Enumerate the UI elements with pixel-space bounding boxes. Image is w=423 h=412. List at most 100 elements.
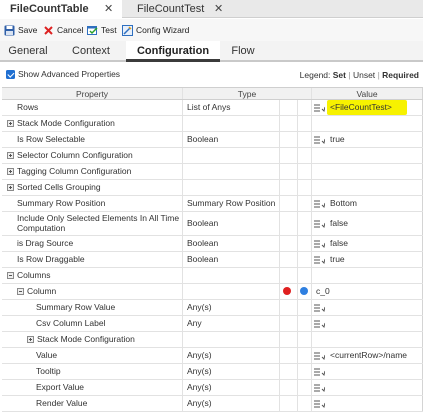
- grid-row-is-row-selectable[interactable]: Is Row Selectable Boolean true: [2, 132, 423, 148]
- property-label: Sorted Cells Grouping: [17, 182, 101, 192]
- grid-row-value[interactable]: Value Any(s) <currentRow>/name: [2, 348, 423, 364]
- property-value[interactable]: <FileCountTest>: [330, 102, 392, 112]
- property-type: Any(s): [187, 350, 212, 360]
- grid-row-selector-column[interactable]: Selector Column Configuration: [2, 148, 423, 164]
- property-label: Stack Mode Configuration: [17, 118, 115, 128]
- grid-row-tagging-column[interactable]: Tagging Column Configuration: [2, 164, 423, 180]
- expand-icon[interactable]: [7, 120, 14, 127]
- property-type: Summary Row Position: [187, 198, 276, 208]
- legend-set: Set: [332, 70, 346, 80]
- header-property[interactable]: Property: [2, 88, 183, 99]
- grid-header: Property Type Value: [2, 88, 423, 100]
- save-button[interactable]: Save: [4, 23, 37, 37]
- grid-row-stack-mode[interactable]: Stack Mode Configuration: [2, 116, 423, 132]
- list-edit-icon[interactable]: [314, 200, 325, 208]
- legend-unset: Unset: [352, 70, 376, 80]
- grid-row-is-row-draggable[interactable]: Is Row Draggable Boolean true: [2, 252, 423, 268]
- property-label: Export Value: [36, 382, 85, 392]
- list-edit-icon[interactable]: [314, 136, 325, 144]
- property-type: Any(s): [187, 302, 212, 312]
- property-label: Column: [27, 286, 57, 296]
- legend: Legend: Set | Unset | Required: [300, 70, 419, 80]
- save-icon: [4, 25, 15, 36]
- grid-row-csv-column-label[interactable]: Csv Column Label Any: [2, 316, 423, 332]
- header-value[interactable]: Value: [312, 88, 423, 99]
- doc-tab-filecounttest[interactable]: FileCountTest ✕: [122, 0, 232, 18]
- config-wizard-button[interactable]: Config Wizard: [122, 23, 189, 37]
- close-icon[interactable]: ✕: [104, 0, 113, 18]
- property-label: Rows: [17, 102, 39, 112]
- move-down-icon[interactable]: [300, 287, 308, 295]
- property-value[interactable]: Bottom: [330, 198, 357, 208]
- grid-row-sorted-cells[interactable]: Sorted Cells Grouping: [2, 180, 423, 196]
- tab-flow[interactable]: Flow: [220, 41, 266, 62]
- property-label: Tagging Column Configuration: [17, 166, 132, 176]
- header-type[interactable]: Type: [183, 88, 312, 99]
- doc-tab-label: FileCountTest: [137, 3, 205, 15]
- test-button[interactable]: Test: [87, 23, 117, 37]
- list-edit-icon[interactable]: [314, 352, 325, 360]
- grid-row-column[interactable]: Column c_0: [2, 284, 423, 300]
- grid-row-column-stack-mode[interactable]: Stack Mode Configuration: [2, 332, 423, 348]
- collapse-icon[interactable]: [7, 272, 14, 279]
- list-edit-icon[interactable]: [314, 220, 325, 228]
- list-edit-icon[interactable]: [314, 104, 325, 112]
- collapse-icon[interactable]: [17, 288, 24, 295]
- expand-icon[interactable]: [7, 168, 14, 175]
- test-label: Test: [101, 25, 117, 35]
- expand-icon[interactable]: [27, 336, 34, 343]
- grid-row-summary-row-position[interactable]: Summary Row Position Summary Row Positio…: [2, 196, 423, 212]
- cancel-button[interactable]: Cancel: [43, 23, 83, 37]
- grid-row-rows[interactable]: Rows List of Anys <FileCountTest>: [2, 100, 423, 116]
- grid-row-tooltip[interactable]: Tooltip Any(s): [2, 364, 423, 380]
- property-type: Boolean: [187, 134, 219, 144]
- list-edit-icon[interactable]: [314, 400, 325, 408]
- toolbar: Save Cancel Test Config Wizard: [0, 19, 423, 41]
- legend-required: Required: [382, 70, 419, 80]
- property-type: Any(s): [187, 382, 212, 392]
- wizard-icon: [122, 24, 133, 36]
- property-value[interactable]: <currentRow>/name: [330, 350, 407, 360]
- config-wizard-label: Config Wizard: [136, 25, 190, 35]
- tab-general[interactable]: General: [0, 41, 56, 62]
- expand-icon[interactable]: [7, 184, 14, 191]
- list-edit-icon[interactable]: [314, 368, 325, 376]
- property-label: Stack Mode Configuration: [37, 334, 135, 344]
- remove-icon[interactable]: [283, 287, 291, 295]
- grid-row-columns[interactable]: Columns: [2, 268, 423, 284]
- property-type: Any(s): [187, 366, 212, 376]
- doc-tab-filecounttable[interactable]: FileCountTable ✕: [0, 0, 122, 19]
- legend-separator: |: [377, 70, 380, 80]
- list-edit-icon[interactable]: [314, 384, 325, 392]
- show-advanced-checkbox[interactable]: [6, 70, 15, 79]
- close-icon[interactable]: ✕: [214, 0, 223, 18]
- property-value[interactable]: false: [330, 218, 348, 228]
- cancel-icon: [43, 25, 54, 36]
- expand-icon[interactable]: [7, 152, 14, 159]
- tab-context[interactable]: Context: [56, 41, 126, 62]
- property-label: Value: [36, 350, 58, 360]
- property-type: Boolean: [187, 254, 219, 264]
- list-edit-icon[interactable]: [314, 240, 325, 248]
- property-value[interactable]: c_0: [316, 286, 330, 296]
- doc-tab-label: FileCountTable: [10, 3, 89, 15]
- grid-row-export-value[interactable]: Export Value Any(s): [2, 380, 423, 396]
- property-value[interactable]: true: [330, 134, 345, 144]
- property-value[interactable]: true: [330, 254, 345, 264]
- list-edit-icon[interactable]: [314, 320, 325, 328]
- property-label: Summary Row Position: [17, 198, 106, 208]
- legend-prefix: Legend:: [299, 70, 331, 80]
- tab-configuration[interactable]: Configuration: [126, 41, 220, 62]
- grid-row-is-drag-source[interactable]: is Drag Source Boolean false: [2, 236, 423, 252]
- grid-row-summary-row-value[interactable]: Summary Row Value Any(s): [2, 300, 423, 316]
- property-label: Is Row Selectable: [17, 134, 86, 144]
- grid-row-render-value[interactable]: Render Value Any(s): [2, 396, 423, 412]
- list-edit-icon[interactable]: [314, 304, 325, 312]
- property-value[interactable]: false: [330, 238, 348, 248]
- show-advanced-label: Show Advanced Properties: [18, 69, 121, 79]
- grid-row-include-only-selected[interactable]: Include Only Selected Elements In All Ti…: [2, 212, 423, 236]
- legend-separator: |: [348, 70, 351, 80]
- property-type: Boolean: [187, 238, 219, 248]
- property-label: Render Value: [36, 398, 88, 408]
- list-edit-icon[interactable]: [314, 256, 325, 264]
